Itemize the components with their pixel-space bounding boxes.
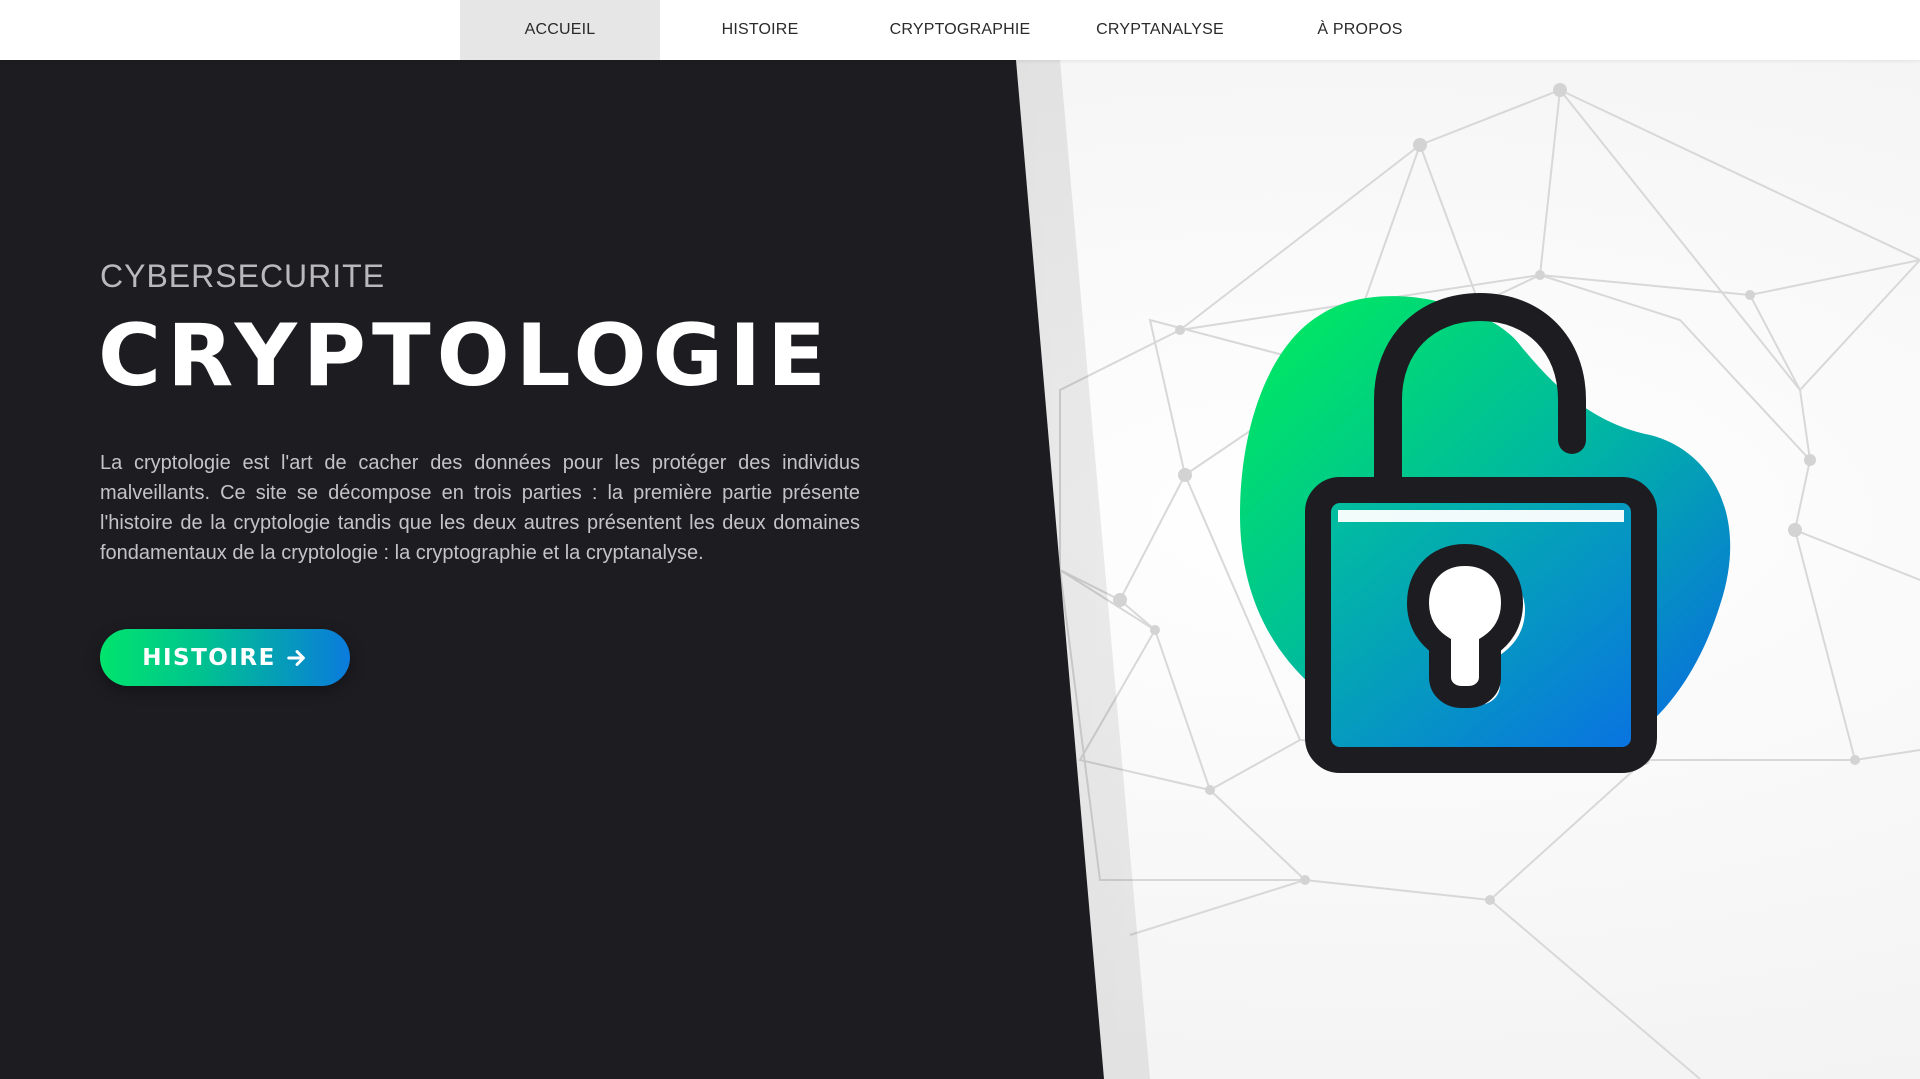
nav-item-accueil[interactable]: ACCUEIL: [460, 0, 660, 60]
nav-item-histoire[interactable]: HISTOIRE: [660, 0, 860, 60]
histoire-button-label: HISTOIRE: [142, 644, 276, 671]
page-title: CRYPTOLOGIE: [98, 306, 832, 406]
hero-description: La cryptologie est l'art de cacher des d…: [100, 452, 860, 564]
nav-item-a-propos[interactable]: À PROPOS: [1260, 0, 1460, 60]
histoire-button[interactable]: HISTOIRE: [100, 629, 350, 686]
unlocked-padlock-icon: [1240, 292, 1731, 773]
arrow-right-icon: [286, 647, 308, 669]
nav-item-cryptanalyse[interactable]: CRYPTANALYSE: [1060, 0, 1260, 60]
nav-item-cryptographie[interactable]: CRYPTOGRAPHIE: [860, 0, 1060, 60]
top-nav: ACCUEIL HISTOIRE CRYPTOGRAPHIE CRYPTANAL…: [0, 0, 1920, 60]
hero-kicker: CYBERSECURITE: [100, 258, 386, 294]
